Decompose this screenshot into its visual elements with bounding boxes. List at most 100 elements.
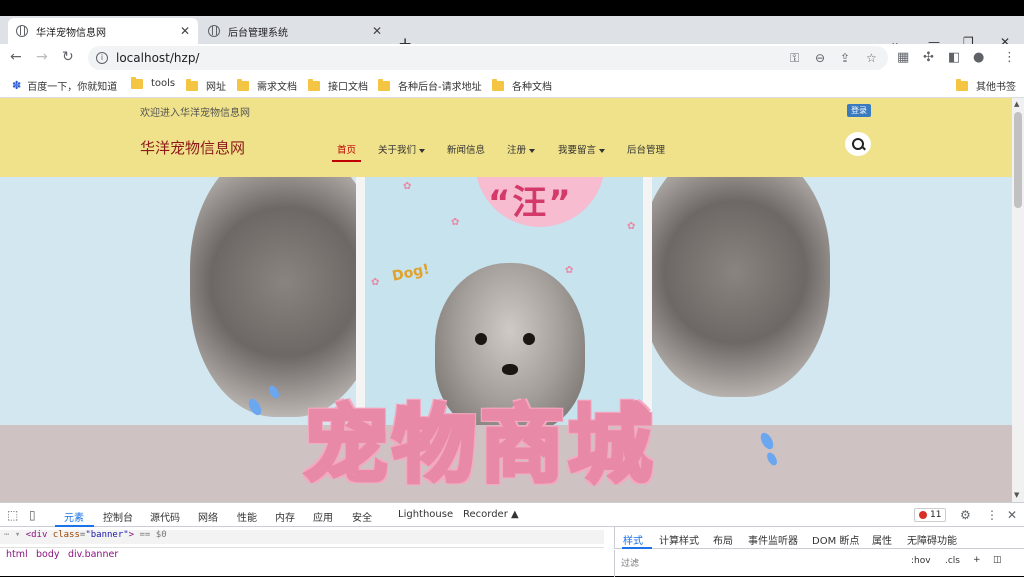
banner-center-panel: “汪” Dog! ✿ ✿ ✿ ✿ ✿ (356, 177, 652, 425)
bookmark-requirements[interactable]: 需求文档 (237, 78, 297, 93)
code-value: "banner" (85, 530, 129, 540)
devtools-tab-elements[interactable]: 元素 (64, 509, 84, 524)
nav-home[interactable]: 首页 (337, 142, 356, 156)
error-count-badge[interactable]: 11 (914, 508, 947, 522)
gear-icon[interactable]: ⚙ (960, 508, 971, 522)
computed-sidebar-icon[interactable]: ◫ (993, 555, 1002, 565)
devtools-menu-icon[interactable]: ⋮ (986, 508, 998, 522)
nav-label: 注册 (507, 145, 527, 156)
tab-event-listeners[interactable]: 事件监听器 (748, 532, 798, 547)
banner-dog-text: Dog! (390, 261, 431, 285)
new-rule-button[interactable]: + (973, 555, 981, 565)
dog-eye (523, 333, 535, 345)
banner-slider[interactable]: “汪” Dog! ✿ ✿ ✿ ✿ ✿ (0, 177, 1012, 425)
dog-fur-right (640, 177, 830, 397)
bookmark-other[interactable]: 其他书签 (956, 78, 1016, 93)
site-title[interactable]: 华洋宠物信息网 (140, 137, 245, 158)
tab-properties[interactable]: 属性 (872, 532, 892, 547)
url-text[interactable]: localhost/hzp/ (116, 51, 199, 65)
devtools-tab-memory[interactable]: 内存 (275, 509, 295, 524)
bookmark-label: tools (151, 78, 176, 89)
bookmark-label: 各种后台-请求地址 (398, 82, 482, 93)
nav-label: 我要留言 (558, 145, 597, 156)
tab-styles[interactable]: 样式 (623, 532, 643, 547)
tab-layout[interactable]: 布局 (713, 532, 733, 547)
back-icon[interactable]: ← (10, 49, 22, 65)
dog-fur-left (190, 177, 380, 417)
code-marker: == $0 (139, 530, 167, 540)
bookmark-docs[interactable]: 各种文档 (492, 78, 552, 93)
scrollbar-thumb[interactable] (1014, 112, 1022, 208)
sidepanel-icon[interactable]: ◧ (948, 50, 960, 65)
devtools-tab-recorder[interactable]: Recorder ▲ (463, 509, 519, 520)
bookmark-urls[interactable]: 网址 (186, 78, 226, 93)
share-icon[interactable]: ⇪ (840, 51, 850, 65)
caret-down-icon (529, 148, 536, 153)
tab-strip: 华洋宠物信息网 ✕ 后台管理系统 ✕ + ⌄ — ❐ ✕ (0, 16, 1024, 54)
breadcrumb-body[interactable]: body (36, 549, 60, 560)
page-scrollbar[interactable]: ▲ ▼ (1012, 98, 1024, 502)
profile-icon[interactable]: ● (973, 50, 984, 65)
dog-eye (475, 333, 487, 345)
star-icon[interactable]: ☆ (866, 51, 877, 65)
tab-admin-system[interactable]: 后台管理系统 ✕ (200, 18, 390, 44)
nav-message[interactable]: 我要留言 (558, 142, 606, 156)
bookmark-label: 接口文档 (328, 82, 368, 93)
devtools-tab-network[interactable]: 网络 (198, 509, 218, 524)
bookmark-api-docs[interactable]: 接口文档 (308, 78, 368, 93)
inspect-icon[interactable]: ⬚ (7, 508, 18, 522)
extension-binary-icon[interactable]: ▦ (897, 50, 909, 65)
nav-about[interactable]: 关于我们 (378, 142, 426, 156)
browser-window: 华洋宠物信息网 ✕ 后台管理系统 ✕ + ⌄ — ❐ ✕ ← → ↻ i loc… (0, 0, 1024, 577)
devtools-tab-sources[interactable]: 源代码 (150, 509, 180, 524)
nav-register[interactable]: 注册 (507, 142, 536, 156)
puzzle-icon[interactable]: ✣ (923, 50, 934, 65)
devtools-tab-performance[interactable]: 性能 (237, 509, 257, 524)
menu-kebab-icon[interactable]: ⋮ (1003, 50, 1016, 65)
dom-node-selected[interactable]: ⋯ ▾ <div class="banner"> == $0 (0, 530, 604, 544)
devtools-panel: ⬚ ▯ 元素 控制台 源代码 网络 性能 内存 应用 安全 Lighthouse… (0, 502, 1024, 577)
folder-icon (308, 78, 320, 91)
bookmark-baidu[interactable]: ✽ 百度一下，你就知道 (12, 78, 117, 93)
info-icon[interactable]: i (96, 52, 108, 64)
close-tab-icon[interactable]: ✕ (372, 24, 382, 38)
breadcrumb-html[interactable]: html (6, 549, 28, 560)
forward-icon[interactable]: → (36, 49, 48, 65)
letterbox-top (0, 0, 1024, 16)
devtools-tab-lighthouse[interactable]: Lighthouse (398, 509, 453, 520)
breadcrumb-div-banner[interactable]: div.banner (68, 549, 118, 560)
folder-icon (378, 78, 390, 91)
welcome-text: 欢迎进入华洋宠物信息网 (140, 108, 250, 119)
reload-icon[interactable]: ↻ (62, 49, 74, 65)
devtools-tab-application[interactable]: 应用 (313, 509, 333, 524)
code-tag: <div (25, 530, 48, 540)
key-icon[interactable]: ⚿ (790, 51, 799, 66)
dom-breadcrumb: html body div.banner (0, 547, 604, 561)
scroll-up-icon[interactable]: ▲ (1014, 100, 1019, 108)
tab-dom-breakpoints[interactable]: DOM 断点 (812, 532, 859, 547)
login-button[interactable]: 登录 (847, 104, 871, 117)
devtools-tab-security[interactable]: 安全 (352, 509, 372, 524)
folder-icon (186, 78, 198, 91)
cls-toggle[interactable]: .cls (945, 556, 960, 566)
close-tab-icon[interactable]: ✕ (180, 24, 190, 38)
close-devtools-icon[interactable]: ✕ (1007, 508, 1017, 522)
nav-news[interactable]: 新闻信息 (447, 142, 485, 156)
hov-toggle[interactable]: :hov (911, 556, 931, 566)
bookmark-tools[interactable]: tools (131, 76, 176, 89)
ellipsis-icon[interactable]: ⋯ ▾ (4, 530, 20, 540)
zoom-icon[interactable]: ⊖ (815, 51, 825, 65)
tab-pet-site[interactable]: 华洋宠物信息网 ✕ (8, 18, 198, 44)
devtools-tab-console[interactable]: 控制台 (103, 509, 133, 524)
globe-icon (208, 25, 220, 37)
styles-active-underline (622, 547, 652, 549)
device-toggle-icon[interactable]: ▯ (29, 508, 36, 522)
tab-computed[interactable]: 计算样式 (659, 532, 699, 547)
address-bar[interactable]: i localhost/hzp/ (88, 46, 888, 70)
bookmark-backends[interactable]: 各种后台-请求地址 (378, 78, 482, 93)
tab-accessibility[interactable]: 无障碍功能 (907, 532, 957, 547)
filter-input[interactable]: 过滤 (621, 556, 639, 569)
nav-admin[interactable]: 后台管理 (627, 142, 665, 156)
search-icon[interactable] (845, 132, 871, 156)
scroll-down-icon[interactable]: ▼ (1014, 491, 1019, 499)
